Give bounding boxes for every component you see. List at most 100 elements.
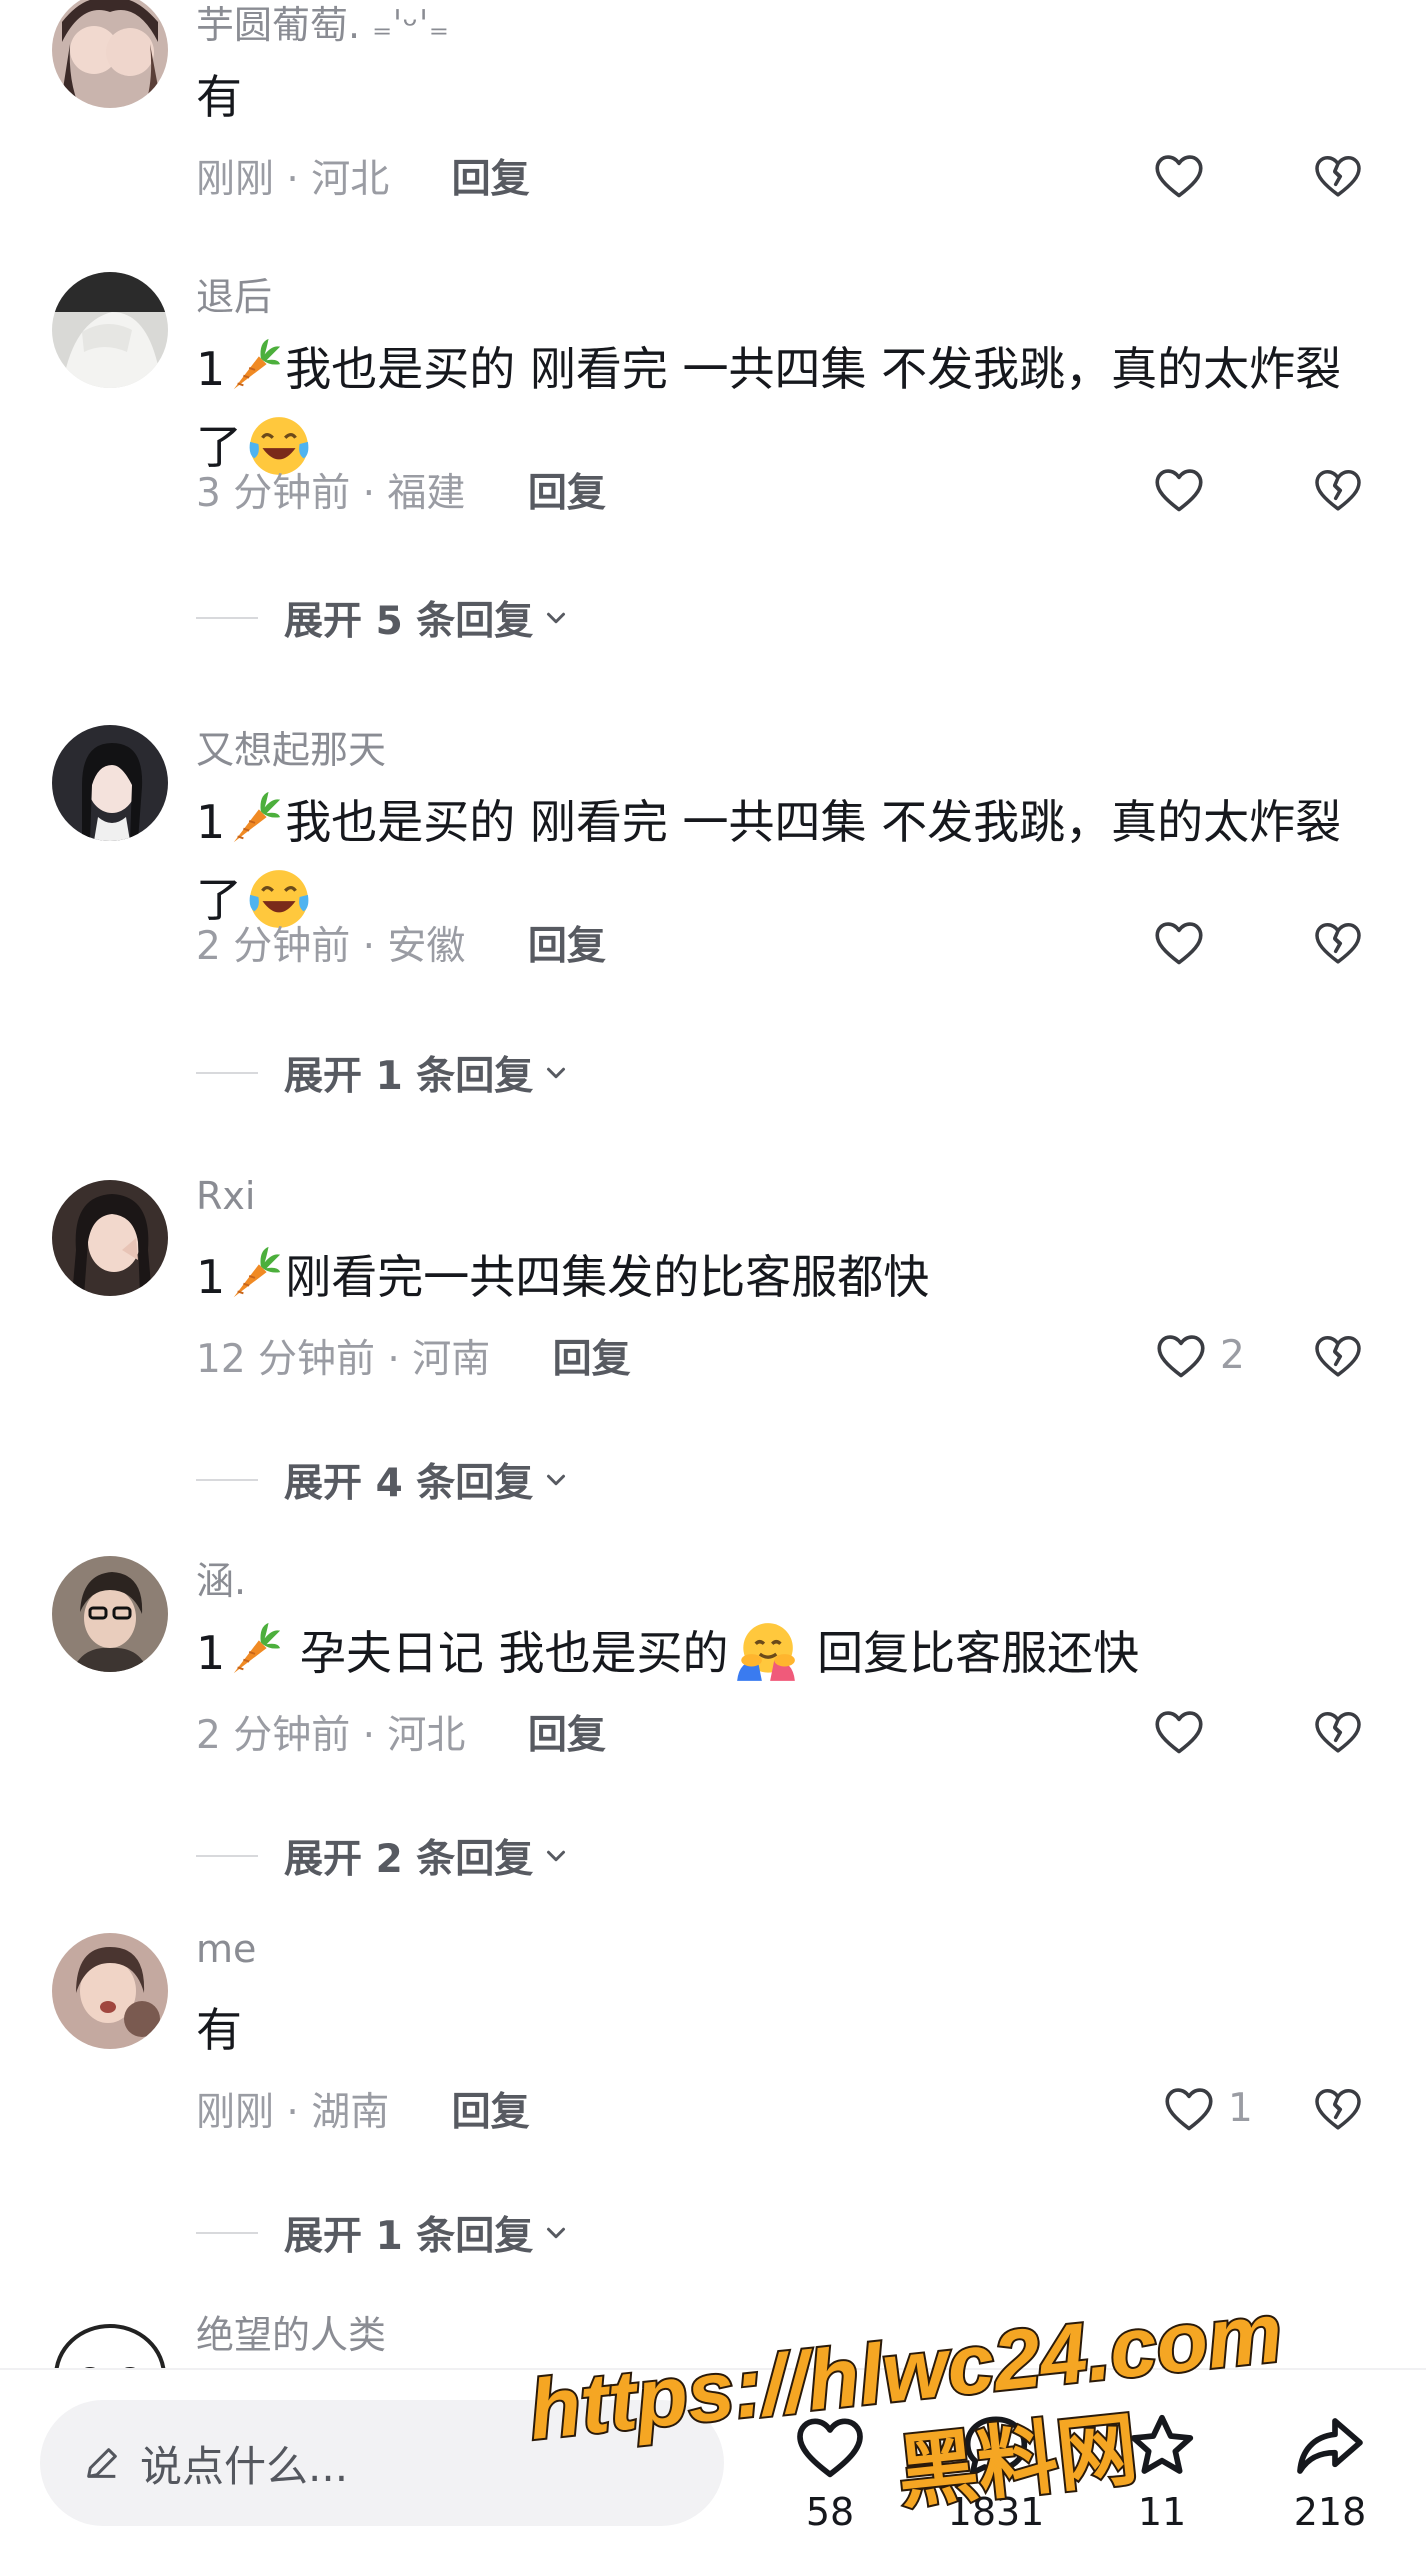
comment-list[interactable]: 芋圆葡萄. ₌ˈᵕˈ₌ 有 刚刚 · 河北 回复 退后 1 我也是买的 刚看完 … <box>0 0 1426 2368</box>
chevron-down-icon <box>547 1850 566 1862</box>
dislike-button[interactable] <box>1310 1320 1372 1390</box>
carrot-emoji-icon <box>234 791 281 843</box>
expand-replies-button[interactable]: 展开 4 条回复 <box>196 1450 571 1510</box>
bottom-action-bar: 说点什么... 58 1831 11 218 <box>0 2368 1426 2560</box>
avatar[interactable] <box>52 1556 168 1672</box>
like-button[interactable] <box>1150 1696 1280 1766</box>
reply-button[interactable]: 回复 <box>553 1328 631 1384</box>
like-button[interactable] <box>1150 454 1280 524</box>
dislike-button[interactable] <box>1310 140 1372 210</box>
avatar[interactable] <box>52 272 168 388</box>
comment-input-placeholder: 说点什么... <box>140 2441 349 2491</box>
reply-button[interactable]: 回复 <box>528 1704 606 1760</box>
time-location: 刚刚 · 湖南 <box>196 2090 390 2135</box>
expand-replies-button[interactable]: 展开 1 条回复 <box>196 1043 571 1103</box>
expand-replies-label: 展开 2 条回复 <box>284 1837 534 1882</box>
broken-heart-icon <box>1315 469 1361 511</box>
username[interactable]: 绝望的人类 <box>196 2304 386 2359</box>
chevron-down-icon <box>547 612 566 624</box>
reply-button[interactable]: 回复 <box>528 915 606 971</box>
username[interactable]: me <box>196 1927 256 1971</box>
username[interactable]: 又想起那天 <box>196 719 386 774</box>
expand-replies-button[interactable]: 展开 2 条回复 <box>196 1826 571 1886</box>
like-button[interactable] <box>1150 907 1280 977</box>
divider <box>196 1072 258 1074</box>
comment-meta: 刚刚 · 河北 回复 <box>196 148 530 204</box>
expand-replies-label: 展开 5 条回复 <box>284 599 534 644</box>
comment-text-part: 回复比客服还快 <box>802 1626 1140 1680</box>
dislike-button[interactable] <box>1310 1696 1372 1766</box>
avatar[interactable] <box>52 0 168 108</box>
comment-input[interactable]: 说点什么... <box>40 2400 724 2526</box>
avatar[interactable] <box>52 1180 168 1296</box>
like-count: 2 <box>1220 1332 1245 1378</box>
comment-meta: 12 分钟前 · 河南 回复 <box>196 1328 631 1384</box>
like-count: 58 <box>805 2490 855 2534</box>
heart-icon <box>1165 2088 1213 2131</box>
username[interactable]: 退后 <box>196 266 272 321</box>
comment-text-part: 1 <box>196 342 226 396</box>
share-button[interactable]: 218 <box>1260 2406 1400 2546</box>
dislike-button[interactable] <box>1310 907 1372 977</box>
comment-text-part: 1 <box>196 795 226 849</box>
broken-heart-icon <box>1315 1335 1361 1377</box>
favorite-count: 11 <box>1137 2490 1187 2534</box>
broken-heart-icon <box>1315 922 1361 964</box>
divider <box>196 1479 258 1481</box>
username[interactable]: 芋圆葡萄. ₌ˈᵕˈ₌ <box>196 0 449 49</box>
reply-button[interactable]: 回复 <box>452 148 530 204</box>
avatar[interactable] <box>52 1933 168 2049</box>
chevron-down-icon <box>547 1474 566 1486</box>
reply-button[interactable]: 回复 <box>528 462 606 518</box>
broken-heart-icon <box>1315 1711 1361 1753</box>
favorite-button[interactable]: 11 <box>1092 2406 1232 2546</box>
pencil-icon <box>87 2448 117 2478</box>
dislike-button[interactable] <box>1310 2073 1372 2143</box>
comment-count: 1831 <box>947 2490 1045 2534</box>
heart-icon <box>797 2418 863 2478</box>
broken-heart-icon <box>1315 2088 1361 2130</box>
username[interactable]: 涵. <box>196 1550 246 1605</box>
comment-text: 有 <box>196 70 242 124</box>
heart-icon <box>1155 922 1203 965</box>
username[interactable]: Rxi <box>196 1174 255 1218</box>
carrot-emoji-icon <box>234 1622 281 1674</box>
expand-replies-button[interactable]: 展开 5 条回复 <box>196 588 571 648</box>
avatar[interactable] <box>52 2310 168 2368</box>
hugging-face-emoji-icon <box>736 1623 795 1681</box>
time-location: 刚刚 · 河北 <box>196 157 390 202</box>
comment-bubble-icon <box>964 2416 1028 2476</box>
like-button[interactable]: 1 <box>1160 2073 1290 2143</box>
comment-meta: 3 分钟前 · 福建 回复 <box>196 462 606 518</box>
chevron-down-icon <box>547 1067 566 1079</box>
comment-text-part: 刚看完一共四集发的比客服都快 <box>285 1250 930 1304</box>
divider <box>196 1855 258 1857</box>
like-post-button[interactable]: 58 <box>760 2406 900 2546</box>
dislike-button[interactable] <box>1310 454 1372 524</box>
time-location: 12 分钟前 · 河南 <box>196 1337 491 1382</box>
like-button[interactable]: 2 <box>1152 1320 1282 1390</box>
divider <box>196 2232 258 2234</box>
heart-icon <box>1155 1711 1203 1754</box>
heart-icon <box>1157 1335 1205 1378</box>
comment-meta: 2 分钟前 · 安徽 回复 <box>196 915 606 971</box>
time-location: 3 分钟前 · 福建 <box>196 471 466 516</box>
like-button[interactable] <box>1150 140 1280 210</box>
comment-meta: 刚刚 · 湖南 回复 <box>196 2081 530 2137</box>
heart-icon <box>1155 155 1203 198</box>
comment-text: 有 <box>196 2003 242 2057</box>
share-arrow-icon <box>1297 2418 1363 2474</box>
comments-button[interactable]: 1831 <box>926 2406 1066 2546</box>
reply-button[interactable]: 回复 <box>452 2081 530 2137</box>
carrot-emoji-icon <box>234 338 281 390</box>
avatar[interactable] <box>52 725 168 841</box>
star-icon <box>1130 2414 1194 2474</box>
comment-text-part: 1 <box>196 1626 226 1680</box>
comment-page: 芋圆葡萄. ₌ˈᵕˈ₌ 有 刚刚 · 河北 回复 退后 1 我也是买的 刚看完 … <box>0 0 1426 2560</box>
expand-replies-button[interactable]: 展开 1 条回复 <box>196 2203 571 2263</box>
comment-text: 1 孕夫日记 我也是买的 回复比客服还快 <box>196 1614 1386 1692</box>
carrot-emoji-icon <box>234 1246 281 1298</box>
comment-text-part: 1 <box>196 1250 226 1304</box>
expand-replies-label: 展开 1 条回复 <box>284 1054 534 1099</box>
expand-replies-label: 展开 1 条回复 <box>284 2214 534 2259</box>
